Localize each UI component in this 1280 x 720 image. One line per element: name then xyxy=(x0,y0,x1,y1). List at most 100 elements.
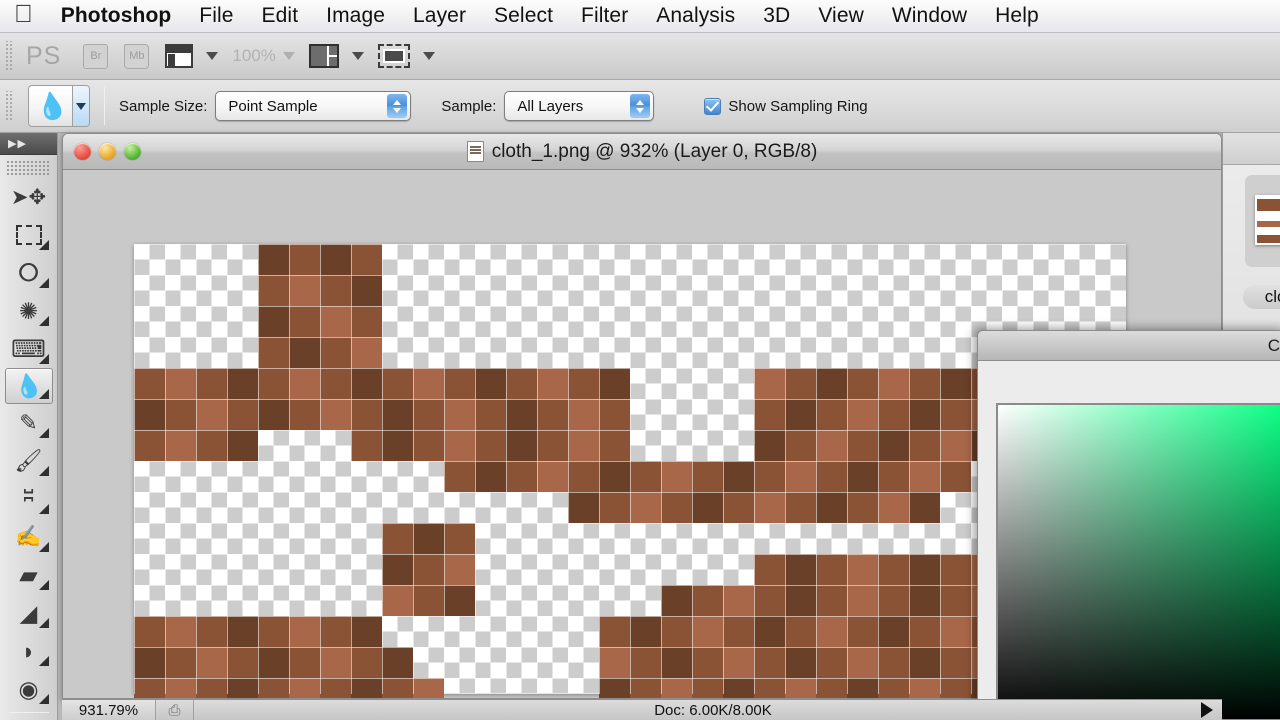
sidebar-item-magic-wand-tool[interactable]: ✺ xyxy=(6,292,52,330)
menu-item-file[interactable]: File xyxy=(185,4,247,28)
launch-bridge-button[interactable]: Br xyxy=(83,44,108,69)
sample-layers-select[interactable]: All Layers xyxy=(504,91,654,121)
canvas-pixel xyxy=(413,678,444,698)
canvas-pixel xyxy=(816,368,847,399)
eyedropper-icon: 💧 xyxy=(34,88,70,123)
canvas-pixel xyxy=(382,523,413,554)
menu-item-image[interactable]: Image xyxy=(312,4,399,28)
zoom-window-button[interactable] xyxy=(124,143,141,160)
zoom-level-input[interactable]: 931.79% xyxy=(62,700,156,720)
current-tool-preset-picker[interactable]: 💧 xyxy=(28,85,90,127)
canvas-pixel xyxy=(382,554,413,585)
tool-preset-chevron-down-icon[interactable] xyxy=(72,86,89,126)
canvas-pixel xyxy=(816,678,847,698)
view-extras-chevron-down-icon[interactable] xyxy=(206,52,218,60)
canvas-pixel xyxy=(878,430,909,461)
view-extras-button[interactable] xyxy=(165,44,193,68)
sidebar-item-eraser-tool[interactable]: ▰ xyxy=(6,556,52,594)
sidebar-item-move-tool[interactable]: ➤✥ xyxy=(6,178,52,216)
canvas-pixel xyxy=(816,647,847,678)
minimize-window-button[interactable] xyxy=(99,143,116,160)
sidebar-item-lasso-tool[interactable]: ⭘ xyxy=(6,254,52,292)
sidebar-item-history-brush-tool[interactable]: ✍ xyxy=(6,518,52,556)
magic-wand-submenu-icon[interactable] xyxy=(39,316,49,326)
status-expand-arrow-icon[interactable] xyxy=(1192,700,1222,720)
tools-collapse-button[interactable]: ▶▶ xyxy=(0,133,57,155)
document-title-bar[interactable]: cloth_1.png @ 932% (Layer 0, RGB/8) xyxy=(63,134,1221,170)
eyedropper-submenu-icon[interactable] xyxy=(39,389,49,399)
canvas-pixel xyxy=(444,523,475,554)
close-window-button[interactable] xyxy=(74,143,91,160)
canvas-pixel xyxy=(754,430,785,461)
sidebar-item-spot-healing-tool[interactable]: ✎ xyxy=(6,404,52,442)
document-thumbnail[interactable] xyxy=(1255,195,1280,245)
clone-stamp-submenu-icon[interactable] xyxy=(39,504,49,514)
sidebar-item-dodge-tool[interactable]: ◉ xyxy=(6,670,52,708)
apple-logo-icon[interactable]:  xyxy=(14,2,33,27)
sidebar-item-clone-stamp-tool[interactable]: ⎶ xyxy=(6,480,52,518)
canvas-pixel xyxy=(196,678,227,698)
sidebar-item-blur-tool[interactable]: ◗ xyxy=(6,632,52,670)
optionsbar-drag-gripper[interactable] xyxy=(5,91,14,121)
menu-item-filter[interactable]: Filter xyxy=(567,4,642,28)
sample-size-select[interactable]: Point Sample xyxy=(215,91,411,121)
sidebar-item-paint-bucket-tool[interactable]: ◢ xyxy=(6,594,52,632)
canvas-pixel xyxy=(444,554,475,585)
canvas-pixel xyxy=(351,399,382,430)
launch-mini-bridge-button[interactable]: Mb xyxy=(124,44,149,69)
menu-item-3d[interactable]: 3D xyxy=(749,4,804,28)
spot-healing-submenu-icon[interactable] xyxy=(39,428,49,438)
sidebar-item-eyedropper-tool[interactable]: 💧 xyxy=(5,368,53,404)
canvas-pixel xyxy=(878,492,909,523)
canvas-pixel xyxy=(940,585,971,616)
marquee-submenu-icon[interactable] xyxy=(39,240,49,250)
eraser-submenu-icon[interactable] xyxy=(39,580,49,590)
navigator-document-label[interactable]: clot xyxy=(1243,285,1280,309)
canvas-pixel xyxy=(413,430,444,461)
blur-submenu-icon[interactable] xyxy=(39,656,49,666)
canvas-pixel xyxy=(413,585,444,616)
sample-size-stepper-icon[interactable] xyxy=(387,94,407,118)
show-sampling-ring-checkbox[interactable] xyxy=(704,98,721,115)
appbar-drag-gripper[interactable] xyxy=(5,41,14,71)
canvas-pixel xyxy=(940,461,971,492)
menu-item-help[interactable]: Help xyxy=(981,4,1053,28)
canvas-pixel xyxy=(785,368,816,399)
zoom-chevron-down-icon[interactable] xyxy=(283,52,295,60)
dodge-submenu-icon[interactable] xyxy=(39,694,49,704)
history-brush-submenu-icon[interactable] xyxy=(39,542,49,552)
sample-layers-stepper-icon[interactable] xyxy=(630,94,650,118)
sample-size-value: Point Sample xyxy=(216,98,317,115)
canvas-pixel xyxy=(320,399,351,430)
canvas-pixel xyxy=(940,399,971,430)
brush-submenu-icon[interactable] xyxy=(39,466,49,476)
resize-grip-icon[interactable]: ⎙ xyxy=(156,700,194,720)
arrange-chevron-down-icon[interactable] xyxy=(352,52,364,60)
canvas-pixel xyxy=(723,492,754,523)
menu-item-edit[interactable]: Edit xyxy=(248,4,313,28)
canvas-pixel xyxy=(413,523,444,554)
sidebar-item-marquee-tool[interactable] xyxy=(6,216,52,254)
canvas-pixel xyxy=(568,368,599,399)
sidebar-item-crop-tool[interactable]: ⌨ xyxy=(6,330,52,368)
screen-mode-chevron-down-icon[interactable] xyxy=(423,52,435,60)
arrange-documents-button[interactable] xyxy=(309,44,339,68)
menu-item-window[interactable]: Window xyxy=(878,4,981,28)
canvas-pixel xyxy=(134,678,165,698)
menu-item-layer[interactable]: Layer xyxy=(399,4,480,28)
crop-submenu-icon[interactable] xyxy=(39,354,49,364)
canvas-pixel xyxy=(878,678,909,698)
canvas-pixel xyxy=(382,585,413,616)
canvas-pixel xyxy=(289,275,320,306)
menu-item-select[interactable]: Select xyxy=(480,4,567,28)
menu-item-analysis[interactable]: Analysis xyxy=(642,4,749,28)
saturation-brightness-field[interactable] xyxy=(996,403,1280,720)
menu-item-photoshop[interactable]: Photoshop xyxy=(57,4,186,28)
screen-mode-button[interactable] xyxy=(378,44,410,68)
sidebar-item-brush-tool[interactable]: 🖌 xyxy=(6,442,52,480)
color-picker-title-bar[interactable]: C xyxy=(978,331,1280,361)
lasso-submenu-icon[interactable] xyxy=(39,278,49,288)
paint-bucket-submenu-icon[interactable] xyxy=(39,618,49,628)
tools-drag-gripper[interactable] xyxy=(6,160,51,176)
menu-item-view[interactable]: View xyxy=(804,4,878,28)
